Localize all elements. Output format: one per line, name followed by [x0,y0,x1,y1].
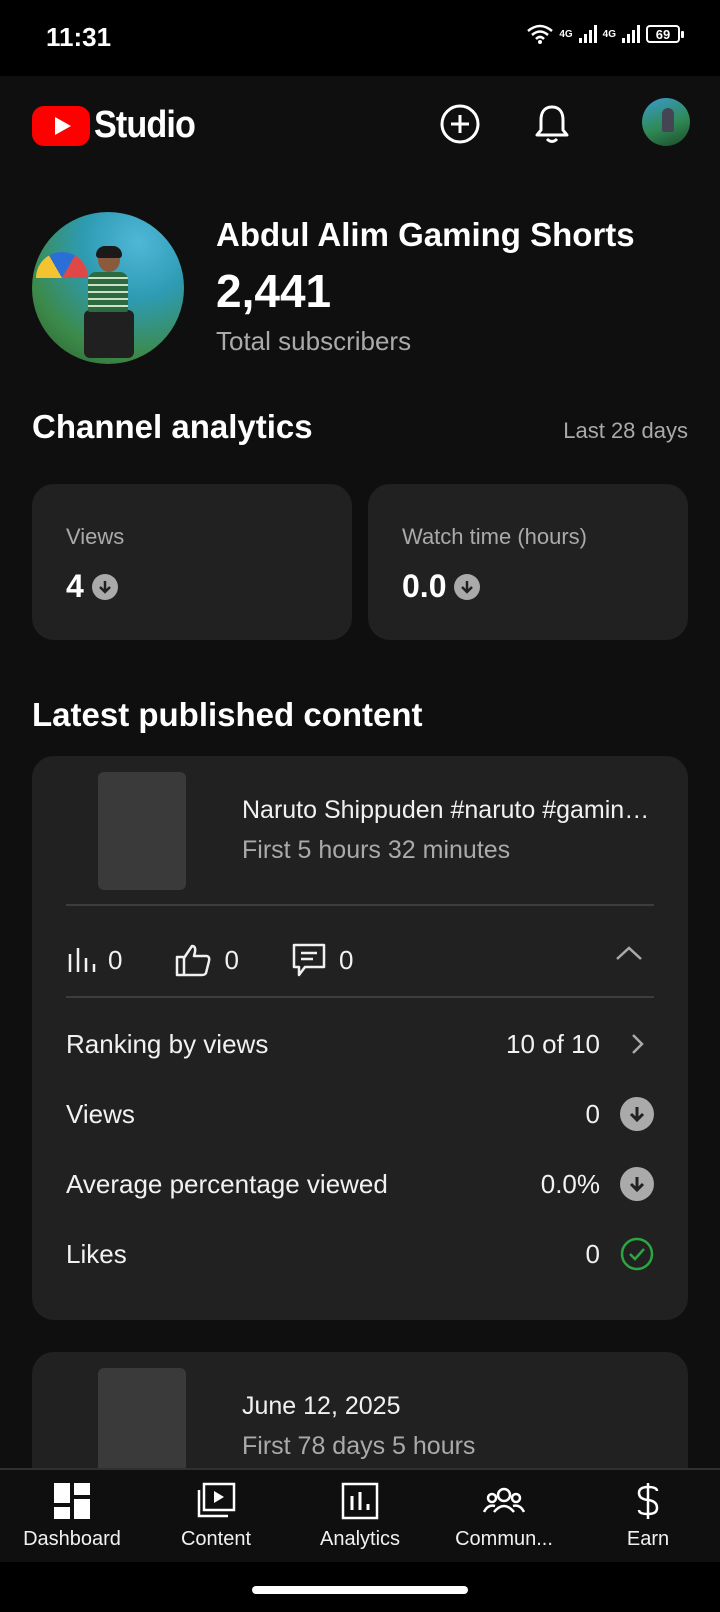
views-stat: 0 [66,945,122,976]
youtube-logo-icon [32,105,90,146]
wifi-icon [527,24,554,44]
views-detail-row: Views 0 [66,1092,654,1136]
add-icon [440,104,480,144]
check-circle-icon [620,1237,654,1271]
video-thumbnail[interactable] [98,772,186,890]
detail-label: Ranking by views [66,1028,269,1059]
channel-header: Abdul Alim Gaming Shorts 2,441 Total sub… [0,212,720,372]
arrow-down-icon [454,573,481,600]
collapse-button[interactable] [614,944,644,967]
ranking-row[interactable]: Ranking by views 10 of 10 [66,1022,654,1066]
chevron-up-icon [616,946,642,960]
home-gesture-handle[interactable] [252,1586,468,1594]
subscriber-label: Total subscribers [216,326,412,356]
latest-content-title: Latest published content [32,696,423,733]
channel-name: Abdul Alim Gaming Shorts [216,216,635,253]
earn-icon [637,1483,659,1519]
analytics-range: Last 28 days [563,418,688,443]
video-stats-row: 0 0 0 [66,928,654,992]
avg-percentage-row: Average percentage viewed 0.0% [66,1162,654,1206]
nav-analytics[interactable]: Analytics [290,1482,430,1551]
video-title[interactable]: June 12, 2025 [242,1392,652,1421]
detail-value: 0 [585,1238,600,1269]
thumbs-up-icon [176,944,211,977]
network-type-2: 4G [602,28,616,40]
channel-analytics-title: Channel analytics [32,408,313,445]
logo-text: Studio [94,104,196,146]
subscriber-count: 2,441 [216,265,332,317]
battery-icon: 69 [646,25,684,43]
status-bar: 11:31 4G 4G 69 [0,0,720,76]
bottom-nav: Dashboard Content Analytics Commun... Ea… [0,1468,720,1564]
bar-chart-icon [68,948,96,972]
likes-count: 0 [224,944,239,975]
nav-dashboard[interactable]: Dashboard [2,1482,142,1551]
status-time: 11:31 [46,22,112,52]
detail-value: 10 of 10 [506,1028,600,1059]
video-age: First 5 hours 32 minutes [242,836,511,864]
metric-value-row: 4 [66,568,118,605]
content-icon [197,1482,236,1518]
nav-earn[interactable]: Earn [578,1482,718,1551]
chevron-right-icon [620,1027,654,1061]
detail-label: Average percentage viewed [66,1168,388,1199]
views-card[interactable]: Views 4 [32,484,352,640]
arrow-down-icon [620,1097,654,1131]
detail-value: 0.0% [540,1168,600,1199]
metric-label: Watch time (hours) [402,524,588,549]
video-title[interactable]: Naruto Shippuden #naruto #gaming #shorts [242,796,652,825]
comment-icon [292,943,326,977]
notifications-button[interactable] [526,98,578,150]
divider [66,996,654,998]
nav-label: Content [180,1528,252,1550]
analytics-icon [341,1482,379,1520]
signal-icon [578,25,597,43]
nav-label: Commun... [455,1528,553,1550]
divider [66,904,654,906]
detail-label: Likes [66,1238,127,1269]
network-type-1: 4G [559,28,573,40]
channel-avatar [32,212,184,364]
nav-label: Earn [626,1528,670,1550]
dashboard-icon [54,1483,90,1519]
signal-icon [622,25,640,43]
views-count: 0 [108,944,123,975]
status-icons: 4G 4G 69 [527,24,684,44]
metric-value: 4 [66,568,84,604]
gesture-bar [0,1562,720,1612]
metric-value: 0.0 [402,568,447,604]
detail-label: Views [66,1098,135,1129]
content-card: Naruto Shippuden #naruto #gaming #shorts… [32,756,688,1320]
detail-value: 0 [585,1098,600,1129]
youtube-studio-logo: Studio [32,104,206,147]
create-button[interactable] [434,98,486,150]
nav-label: Dashboard [23,1528,121,1550]
arrow-down-icon [91,573,118,600]
bell-icon [535,105,569,143]
account-avatar[interactable] [642,98,690,146]
app-bar: Studio [0,76,720,176]
video-age: First 78 days 5 hours [242,1432,476,1460]
community-icon [483,1487,525,1513]
metric-label: Views [66,524,125,549]
nav-content[interactable]: Content [146,1482,286,1551]
watch-time-card[interactable]: Watch time (hours) 0.0 [368,484,688,640]
likes-stat: 0 [174,943,239,977]
likes-detail-row: Likes 0 [66,1232,654,1276]
nav-community[interactable]: Commun... [434,1482,574,1551]
comments-count: 0 [338,944,354,975]
metric-value-row: 0.0 [402,568,481,605]
nav-label: Analytics [319,1528,401,1550]
comments-stat: 0 [291,942,353,978]
arrow-down-icon [620,1167,654,1201]
